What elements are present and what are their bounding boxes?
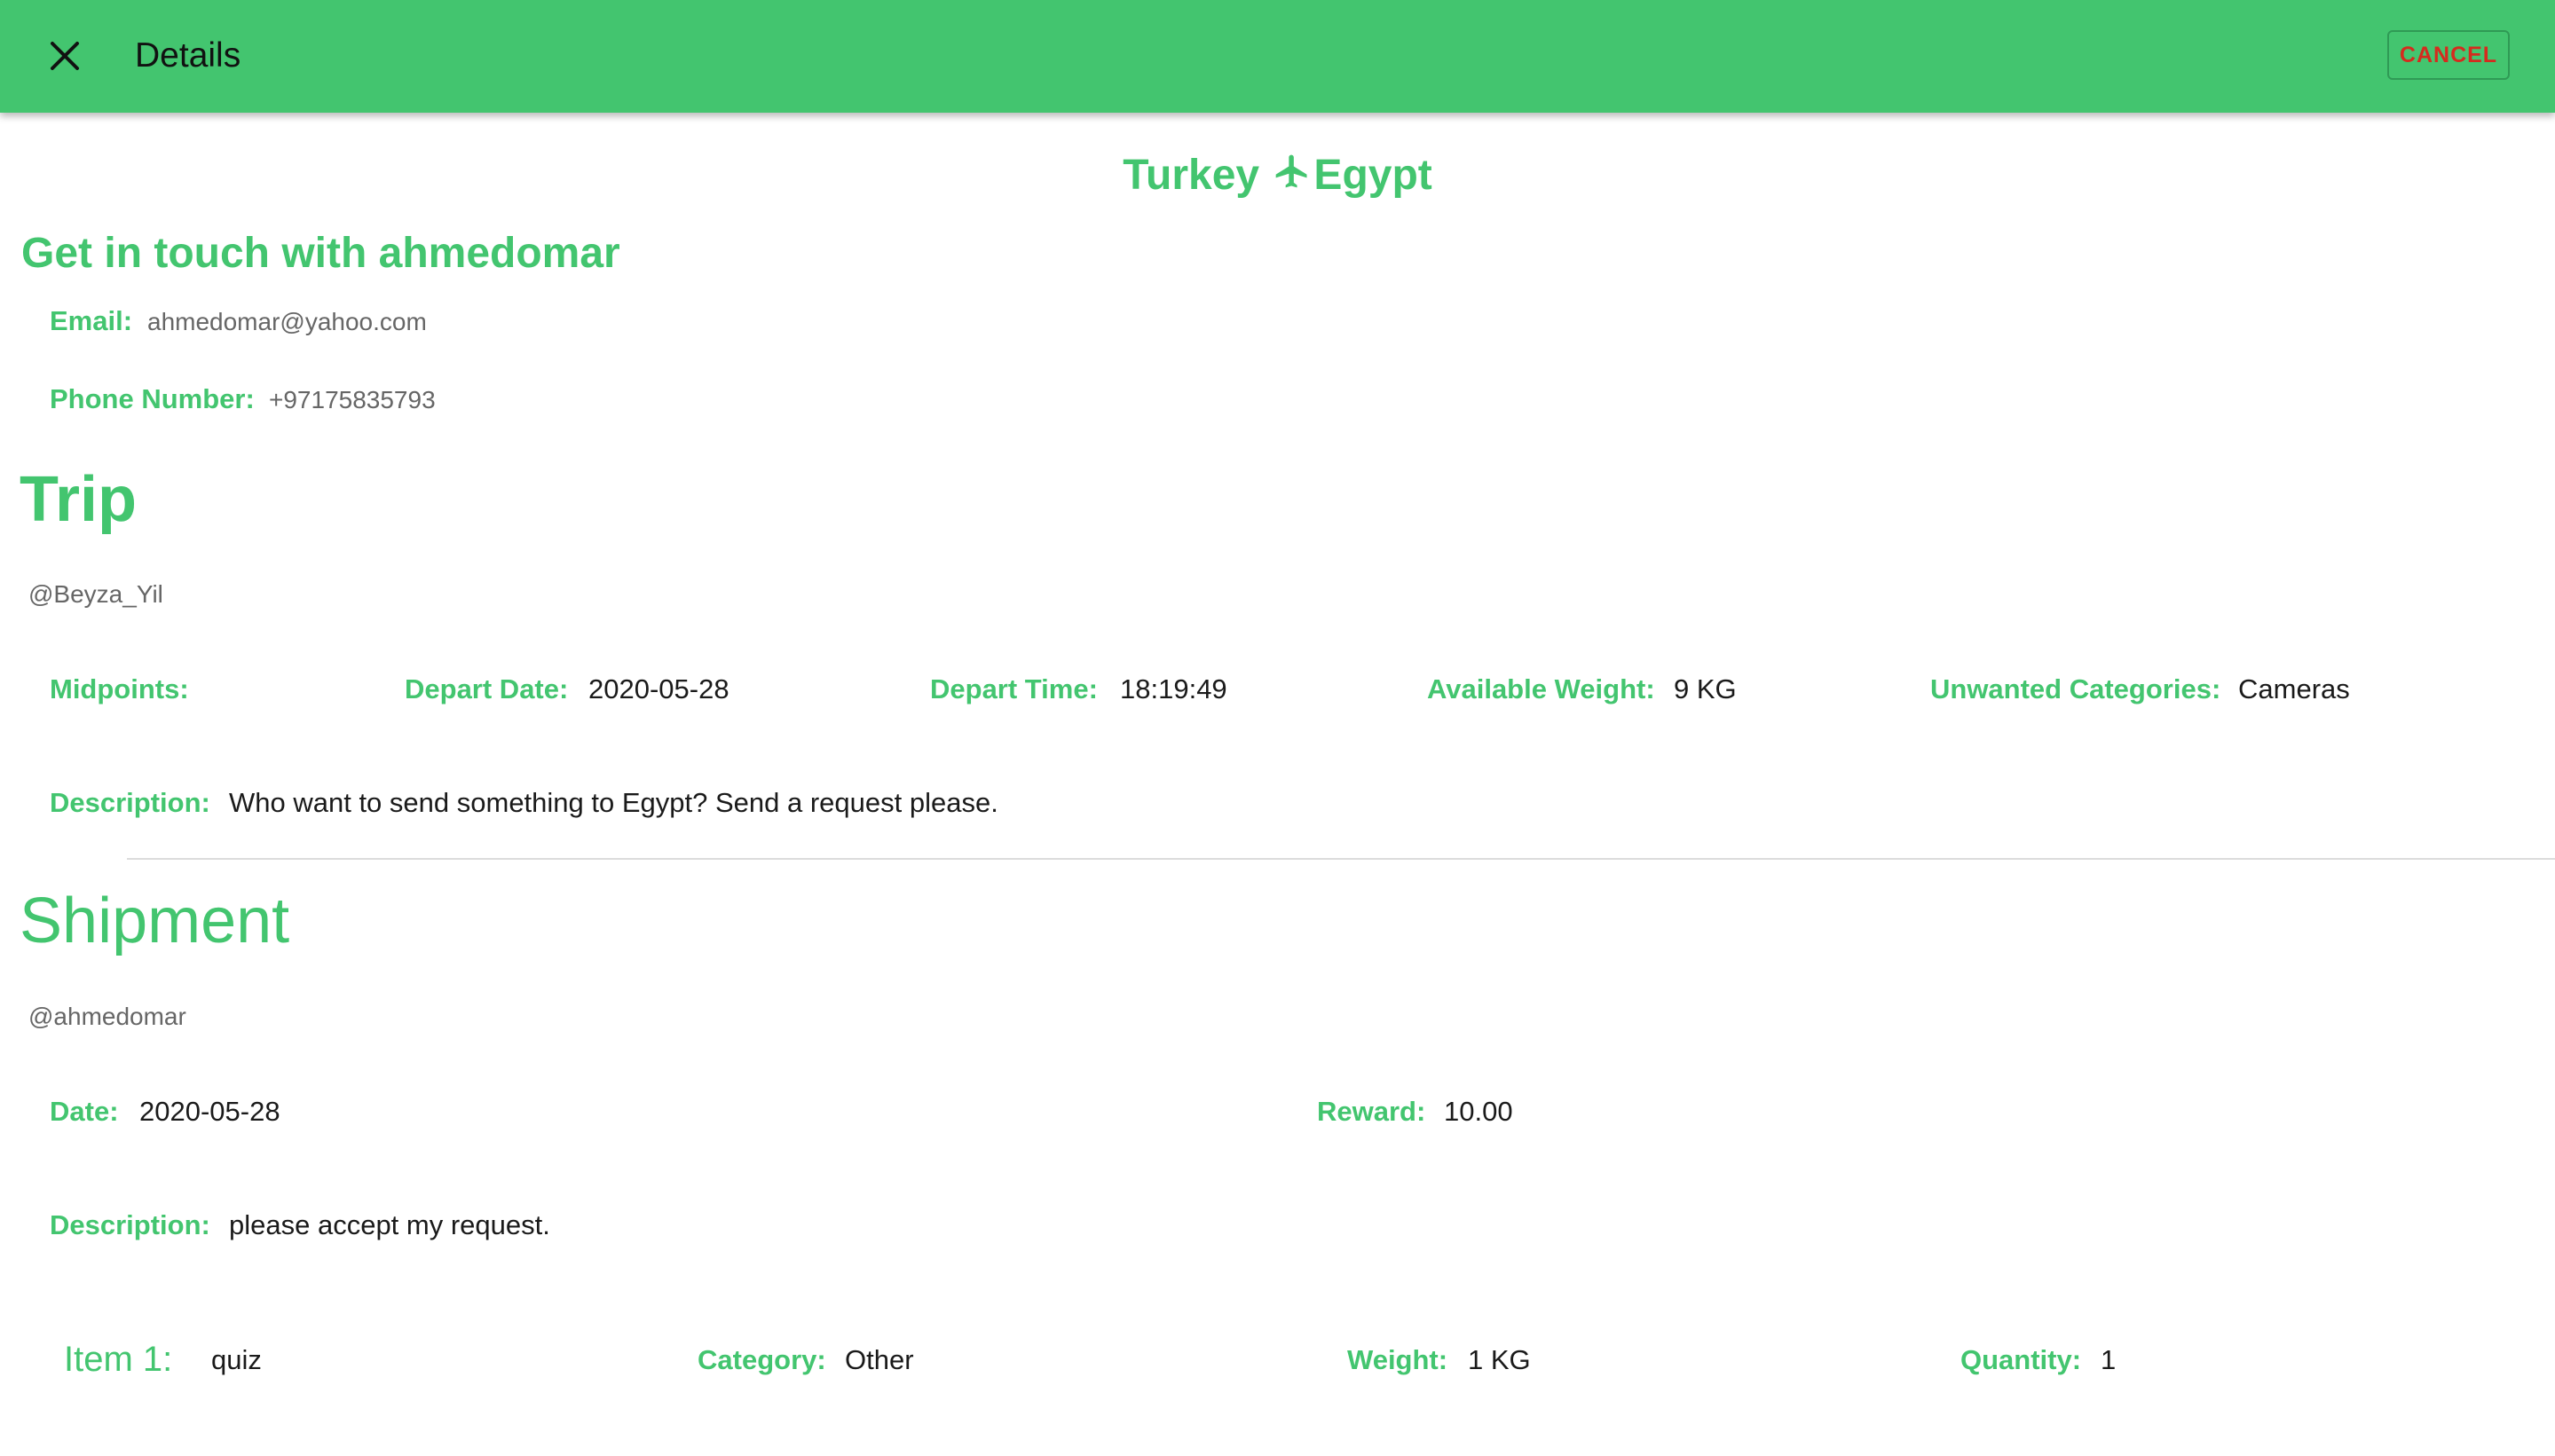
depart-date-label: Depart Date: bbox=[405, 673, 569, 704]
contact-heading: Get in touch with ahmedomar bbox=[21, 230, 620, 277]
item-weight-value: 1 KG bbox=[1468, 1344, 1531, 1375]
route-origin: Turkey bbox=[1123, 152, 1260, 199]
depart-time-value: 18:19:49 bbox=[1120, 673, 1227, 704]
app-bar: Details CANCEL bbox=[0, 0, 2555, 113]
midpoints-label: Midpoints: bbox=[50, 673, 189, 704]
airplane-icon bbox=[1273, 150, 1312, 209]
item-label: Item 1: bbox=[64, 1340, 173, 1379]
section-divider bbox=[127, 858, 2555, 860]
depart-date-value: 2020-05-28 bbox=[588, 673, 729, 704]
shipment-user: @ahmedomar bbox=[28, 1003, 186, 1030]
trip-description-value: Who want to send something to Egypt? Sen… bbox=[229, 787, 998, 818]
item-category-label: Category: bbox=[698, 1344, 826, 1375]
close-icon bbox=[51, 42, 79, 70]
phone-label: Phone Number: bbox=[50, 383, 255, 414]
cancel-button[interactable]: CANCEL bbox=[2387, 30, 2510, 80]
shipment-description-value: please accept my request. bbox=[229, 1209, 550, 1240]
close-button[interactable] bbox=[35, 27, 94, 85]
shipment-date-label: Date: bbox=[50, 1096, 119, 1127]
reward-value: 10.00 bbox=[1444, 1096, 1513, 1127]
details-page: Details CANCEL Turkey Egypt Get in touch… bbox=[0, 0, 2555, 1456]
page-title: Details bbox=[135, 36, 241, 75]
available-weight-label: Available Weight: bbox=[1427, 673, 1655, 704]
unwanted-categories-value: Cameras bbox=[2238, 673, 2350, 704]
item-quantity-label: Quantity: bbox=[1960, 1344, 2082, 1375]
route-header: Turkey Egypt bbox=[0, 146, 2555, 209]
trip-description-label: Description: bbox=[50, 787, 210, 818]
reward-label: Reward: bbox=[1317, 1096, 1426, 1127]
depart-time-label: Depart Time: bbox=[930, 673, 1098, 704]
email-value: ahmedomar@yahoo.com bbox=[147, 308, 427, 335]
phone-value: +97175835793 bbox=[269, 386, 436, 413]
available-weight-value: 9 KG bbox=[1674, 673, 1737, 704]
email-label: Email: bbox=[50, 305, 133, 336]
trip-user: @Beyza_Yil bbox=[28, 580, 163, 608]
trip-heading: Trip bbox=[20, 464, 138, 535]
shipment-heading: Shipment bbox=[20, 885, 290, 956]
shipment-date-value: 2020-05-28 bbox=[139, 1096, 280, 1127]
item-category-value: Other bbox=[845, 1344, 914, 1375]
shipment-description-label: Description: bbox=[50, 1209, 210, 1240]
route-destination: Egypt bbox=[1313, 152, 1432, 199]
item-quantity-value: 1 bbox=[2101, 1344, 2117, 1375]
item-name-value: quiz bbox=[211, 1344, 262, 1375]
unwanted-categories-label: Unwanted Categories: bbox=[1930, 673, 2221, 704]
item-weight-label: Weight: bbox=[1347, 1344, 1448, 1375]
